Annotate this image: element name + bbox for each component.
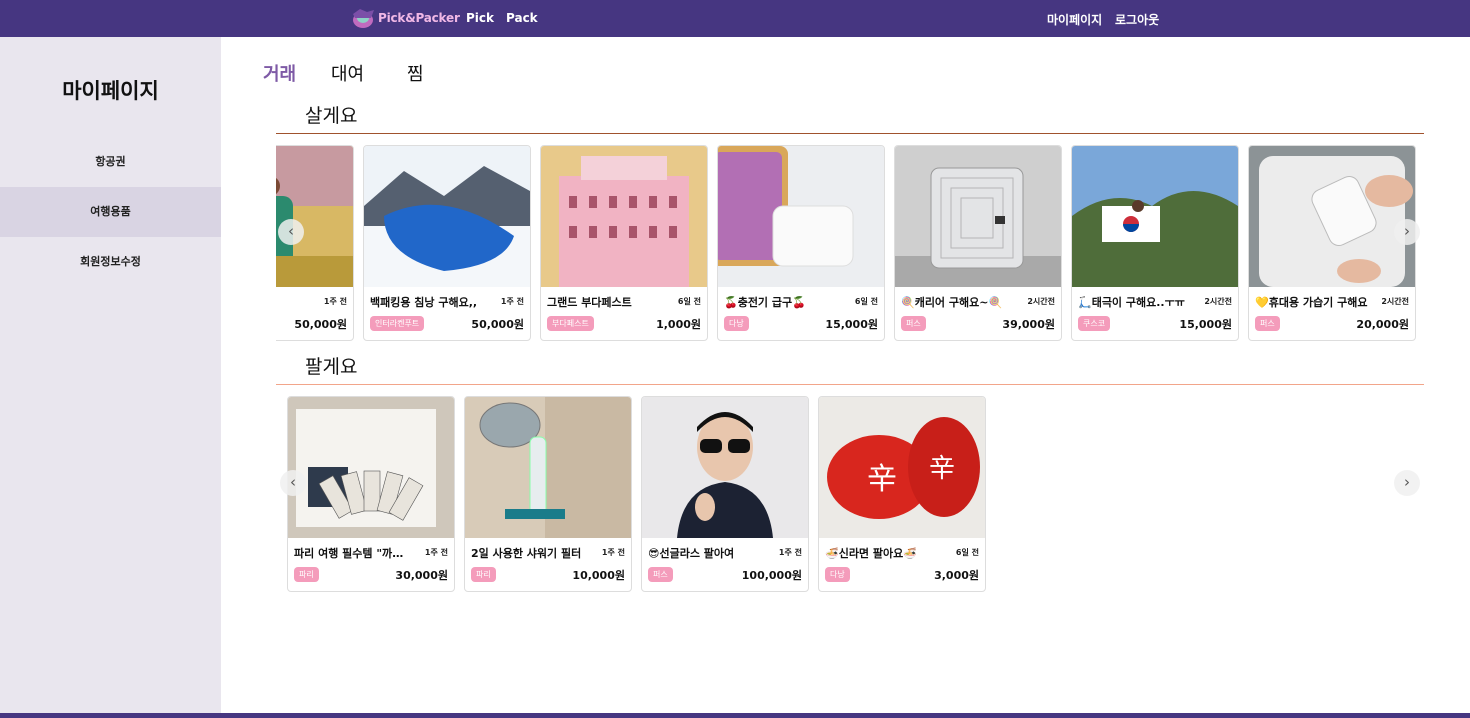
sell-prev-arrow[interactable]: ‹: [280, 470, 306, 496]
sell-section-title: 팔게요: [305, 356, 358, 378]
card-time: 1주 전: [601, 548, 625, 557]
sidebar: 마이페이지 항공권 여행용품 회원정보수정: [0, 37, 221, 713]
location-tag: 파리: [471, 567, 496, 582]
sell-carousel: 파리 여행 필수템 "까르네" 1주 전파리 30,000원 2일 사용한 샤워기 필…: [276, 396, 1420, 594]
card-time: 2시간전: [1381, 297, 1409, 306]
buy-item-card[interactable]: 🍒충전기 급구🍒 6일 전다낭 15,000원: [717, 145, 885, 341]
buy-section-divider: [276, 133, 1424, 134]
humidifier-photo: [1249, 146, 1415, 287]
card-title: 🍒충전기 급구🍒: [724, 296, 806, 309]
logo[interactable]: Pick&Packer: [350, 5, 460, 31]
chevron-right-icon: ›: [1404, 473, 1410, 491]
sidebar-item-flight-tickets[interactable]: 항공권: [0, 137, 221, 187]
grand-hotel-photo: [541, 146, 707, 287]
sunglasses-man-photo: [642, 397, 808, 538]
chevron-left-icon: ‹: [288, 222, 294, 240]
charger-photo: [718, 146, 884, 287]
location-tag: 쿠스코: [1078, 316, 1111, 331]
shower-head-photo: [465, 397, 631, 538]
location-tag: 파리: [294, 567, 319, 582]
card-price: 15,000원: [1179, 318, 1232, 331]
logo-icon: [350, 6, 376, 30]
card-price: 3,000원: [934, 569, 979, 582]
buy-item-card[interactable]: 💛휴대용 가습기 구해요 2시간전퍼스 20,000원: [1248, 145, 1416, 341]
chevron-right-icon: ›: [1404, 222, 1410, 240]
tab-trade[interactable]: 거래: [263, 60, 296, 86]
card-price: 50,000원: [294, 318, 347, 331]
card-title: 💛휴대용 가습기 구해요: [1255, 296, 1368, 309]
card-time: 6일 전: [955, 548, 979, 557]
tab-rent[interactable]: 대여: [331, 60, 364, 86]
footer-bar: [0, 713, 1470, 718]
location-tag: 인터라켄푸트: [370, 316, 425, 331]
backpack-photo: [276, 146, 353, 287]
suitcase-photo: [895, 146, 1061, 287]
tab-wishlist[interactable]: 찜: [407, 60, 424, 86]
nav-logout[interactable]: 로그아웃: [1115, 11, 1159, 28]
svg-text:辛: 辛: [929, 454, 955, 484]
card-price: 20,000원: [1356, 318, 1409, 331]
location-tag: 다낭: [724, 316, 749, 331]
card-time: 1주 전: [424, 548, 448, 557]
location-tag: 퍼스: [648, 567, 673, 582]
card-time: 6일 전: [854, 297, 878, 306]
buy-item-card[interactable]: 🍭캐리어 구해요~🍭 2시간전퍼스 39,000원: [894, 145, 1062, 341]
location-tag: 퍼스: [901, 316, 926, 331]
nav-pick[interactable]: Pick: [466, 11, 494, 25]
card-title: 😎선글라스 팔아여: [648, 547, 735, 560]
sell-section-divider: [276, 384, 1424, 385]
buy-section-title: 살게요: [305, 105, 358, 127]
card-time: 6일 전: [677, 297, 701, 306]
sidebar-item-travel-goods[interactable]: 여행용품: [0, 187, 221, 237]
top-navigation-bar: Pick&Packer Pick Pack 마이페이지 로그아웃: [0, 0, 1470, 37]
card-price: 50,000원: [471, 318, 524, 331]
card-time: 1주 전: [500, 297, 524, 306]
card-price: 30,000원: [395, 569, 448, 582]
nav-mypage[interactable]: 마이페이지: [1047, 11, 1102, 28]
sidebar-title: 마이페이지: [62, 79, 159, 103]
nav-pack[interactable]: Pack: [506, 11, 538, 25]
buy-item-card[interactable]: 백패킹용 침낭 구해요,, 1주 전인터라켄푸트 50,000원: [363, 145, 531, 341]
card-title: 🍭캐리어 구해요~🍭: [901, 296, 1003, 309]
card-price: 39,000원: [1002, 318, 1055, 331]
card-time: 2시간전: [1027, 297, 1055, 306]
card-time: 2시간전: [1204, 297, 1232, 306]
buy-item-card[interactable]: 그랜드 부다페스트 6일 전부다페스트 1,000원: [540, 145, 708, 341]
buy-carousel: 1주 전 50,000원 백패킹용 침낭 구해요,, 1주 전인터라켄푸트 50,000…: [276, 145, 1420, 343]
card-time: 1주 전: [323, 297, 347, 306]
card-price: 1,000원: [656, 318, 701, 331]
buy-item-card[interactable]: 🛴태극이 구해요..ㅜㅠ 2시간전쿠스코 15,000원: [1071, 145, 1239, 341]
card-title: 그랜드 부다페스트: [547, 296, 632, 309]
sell-item-card[interactable]: 辛辛 🍜신라면 팔아요🍜 6일 전 다낭 3,000원: [818, 396, 986, 592]
chevron-left-icon: ‹: [290, 473, 296, 491]
card-price: 15,000원: [825, 318, 878, 331]
card-time: 1주 전: [778, 548, 802, 557]
location-tag: 다낭: [825, 567, 850, 582]
card-price: 100,000원: [741, 569, 802, 582]
sidebar-item-edit-profile[interactable]: 회원정보수정: [0, 237, 221, 287]
card-title: 백패킹용 침낭 구해요,,: [370, 296, 478, 309]
buy-next-arrow[interactable]: ›: [1394, 219, 1420, 245]
sell-next-arrow[interactable]: ›: [1394, 470, 1420, 496]
logo-text: Pick&Packer: [378, 11, 460, 25]
card-title: 🍜신라면 팔아요🍜: [825, 547, 917, 560]
location-tag: 퍼스: [1255, 316, 1280, 331]
card-title: 2일 사용한 샤워기 필터: [471, 547, 582, 560]
sell-item-card[interactable]: 😎선글라스 팔아여 1주 전퍼스 100,000원: [641, 396, 809, 592]
sleeping-bag-photo: [364, 146, 530, 287]
sell-item-card[interactable]: 2일 사용한 샤워기 필터 1주 전파리 10,000원: [464, 396, 632, 592]
buy-prev-arrow[interactable]: ‹: [278, 219, 304, 245]
card-title: 파리 여행 필수템 "까르네": [294, 547, 412, 560]
shin-ramyun-photo: 辛辛: [819, 397, 985, 538]
svg-text:辛: 辛: [867, 462, 897, 497]
metro-tickets-photo: [288, 397, 454, 538]
card-title: 🛴태극이 구해요..ㅜㅠ: [1078, 296, 1185, 309]
location-tag: 부다페스트: [547, 316, 594, 331]
flag-photo: [1072, 146, 1238, 287]
sell-item-card[interactable]: 파리 여행 필수템 "까르네" 1주 전파리 30,000원: [287, 396, 455, 592]
card-price: 10,000원: [572, 569, 625, 582]
